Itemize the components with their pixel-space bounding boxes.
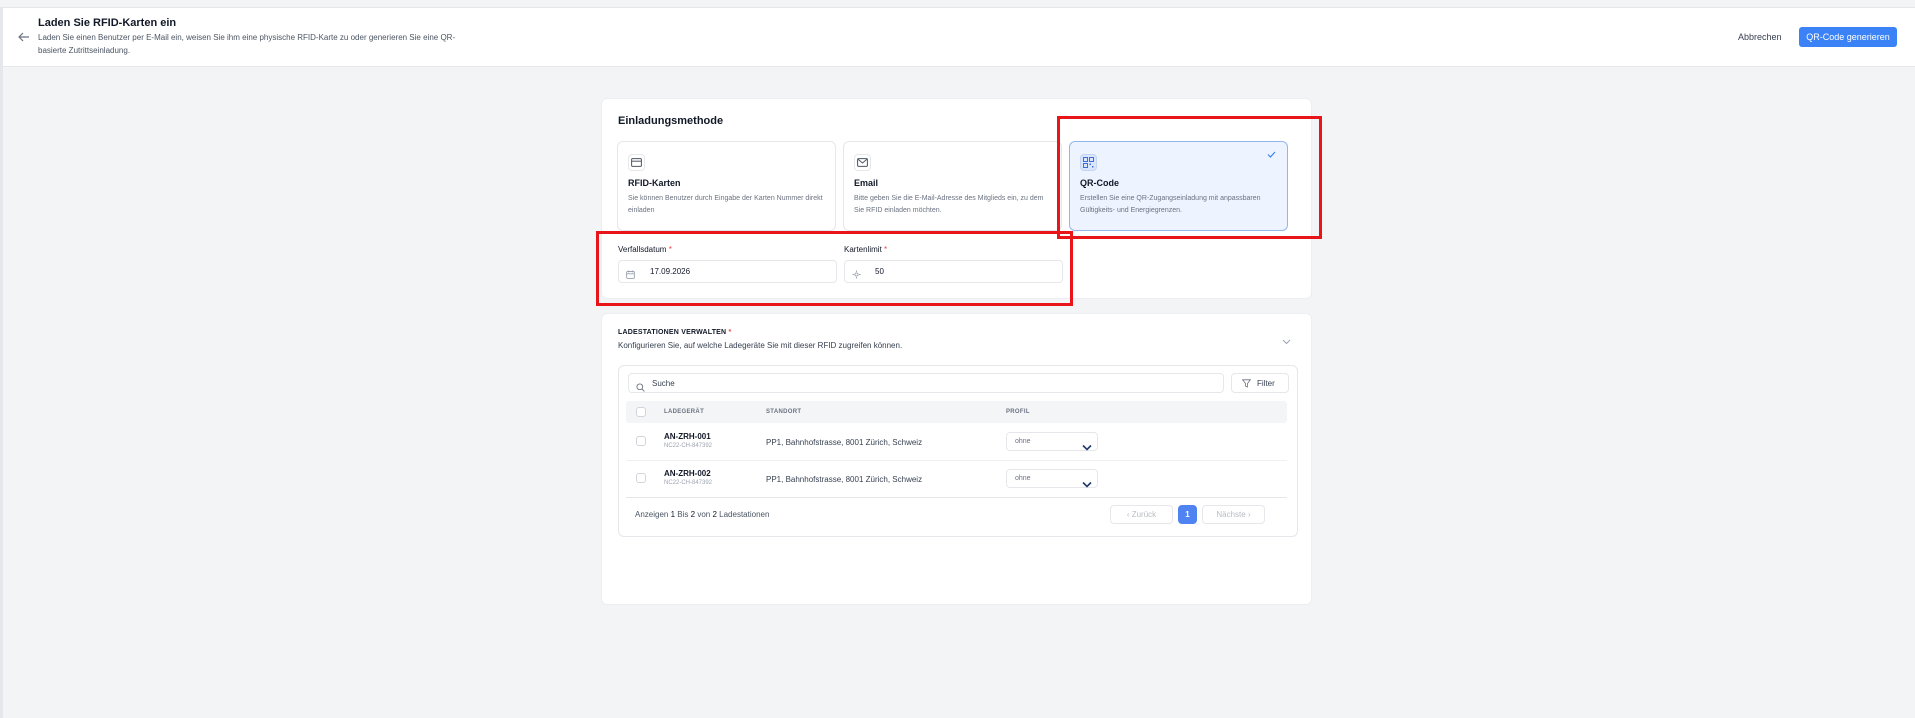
search-placeholder: Suche [652, 379, 675, 388]
filter-icon [1241, 379, 1252, 390]
table-row: AN-ZRH-001 NC22-CH-847392 PP1, Bahnhofst… [626, 423, 1287, 461]
page-title: Laden Sie RFID-Karten ein [38, 17, 177, 29]
filter-label: Filter [1257, 379, 1275, 388]
generate-qr-code-button[interactable]: QR-Code generieren [1799, 27, 1897, 47]
page-header: Laden Sie RFID-Karten ein Laden Sie eine… [3, 8, 1915, 67]
next-page-button[interactable]: Nächste › [1202, 505, 1265, 524]
search-input[interactable]: Suche [628, 373, 1224, 393]
select-all-checkbox[interactable] [636, 407, 646, 417]
row-checkbox[interactable] [636, 473, 646, 483]
cancel-button[interactable]: Abbrechen [1738, 27, 1782, 47]
table-footer-divider [626, 497, 1287, 498]
arrow-left-icon[interactable] [18, 30, 30, 45]
chevron-down-icon[interactable] [1282, 332, 1291, 350]
option-description: Bitte geben Sie die E-Mail-Adresse des M… [854, 195, 1044, 214]
credit-card-icon [628, 154, 645, 171]
profile-select[interactable]: ohne [1006, 469, 1098, 488]
charger-name: AN-ZRH-002 [664, 469, 711, 478]
profile-value: ohne [1015, 438, 1031, 445]
charger-name: AN-ZRH-001 [664, 432, 711, 441]
table-row: AN-ZRH-002 NC22-CH-847392 PP1, Bahnhofst… [626, 460, 1287, 497]
option-title: RFID-Karten [628, 178, 681, 188]
column-header-location: STANDORT [766, 409, 802, 415]
mail-icon [854, 154, 871, 171]
profile-select[interactable]: ohne [1006, 432, 1098, 451]
filter-button[interactable]: Filter [1231, 373, 1289, 393]
table-header: LADEGERÄT STANDORT PROFIL [626, 401, 1287, 423]
row-checkbox[interactable] [636, 436, 646, 446]
stations-title: LADESTATIONEN VERWALTEN * [618, 329, 732, 336]
column-header-charger: LADEGERÄT [664, 409, 705, 415]
charger-serial: NC22-CH-847392 [664, 443, 713, 449]
page-subtitle: Laden Sie einen Benutzer per E-Mail ein,… [38, 33, 456, 55]
chevron-down-icon [1082, 438, 1092, 456]
chevron-down-icon [1082, 475, 1092, 493]
charger-location: PP1, Bahnhofstrasse, 8001 Zürich, Schwei… [766, 438, 923, 447]
charging-stations-card: LADESTATIONEN VERWALTEN * Konfigurieren … [601, 313, 1312, 605]
previous-page-button[interactable]: ‹ Zurück [1110, 505, 1173, 524]
pagination-summary: Anzeigen 1 Bis 2 von 2 Ladestationen [635, 510, 770, 519]
search-icon [636, 379, 645, 397]
column-header-profile: PROFIL [1006, 409, 1030, 415]
charger-serial: NC22-CH-847392 [664, 480, 713, 486]
highlight-box-qr-option [1057, 116, 1322, 239]
option-email[interactable]: Email Bitte geben Sie die E-Mail-Adresse… [843, 141, 1062, 231]
stations-subtitle: Konfigurieren Sie, auf welche Ladegeräte… [618, 341, 903, 350]
section-title: Einladungsmethode [618, 115, 724, 127]
option-title: Email [854, 178, 879, 188]
option-description: Sie können Benutzer durch Eingabe der Ka… [628, 195, 823, 214]
stations-table-panel: Suche Filter LADEGERÄT STANDORT PROFIL A… [618, 365, 1298, 537]
charger-location: PP1, Bahnhofstrasse, 8001 Zürich, Schwei… [766, 475, 923, 484]
page-1-button[interactable]: 1 [1178, 505, 1197, 524]
highlight-box-fields [596, 231, 1073, 306]
profile-value: ohne [1015, 475, 1031, 482]
option-rfid-cards[interactable]: RFID-Karten Sie können Benutzer durch Ei… [617, 141, 836, 231]
